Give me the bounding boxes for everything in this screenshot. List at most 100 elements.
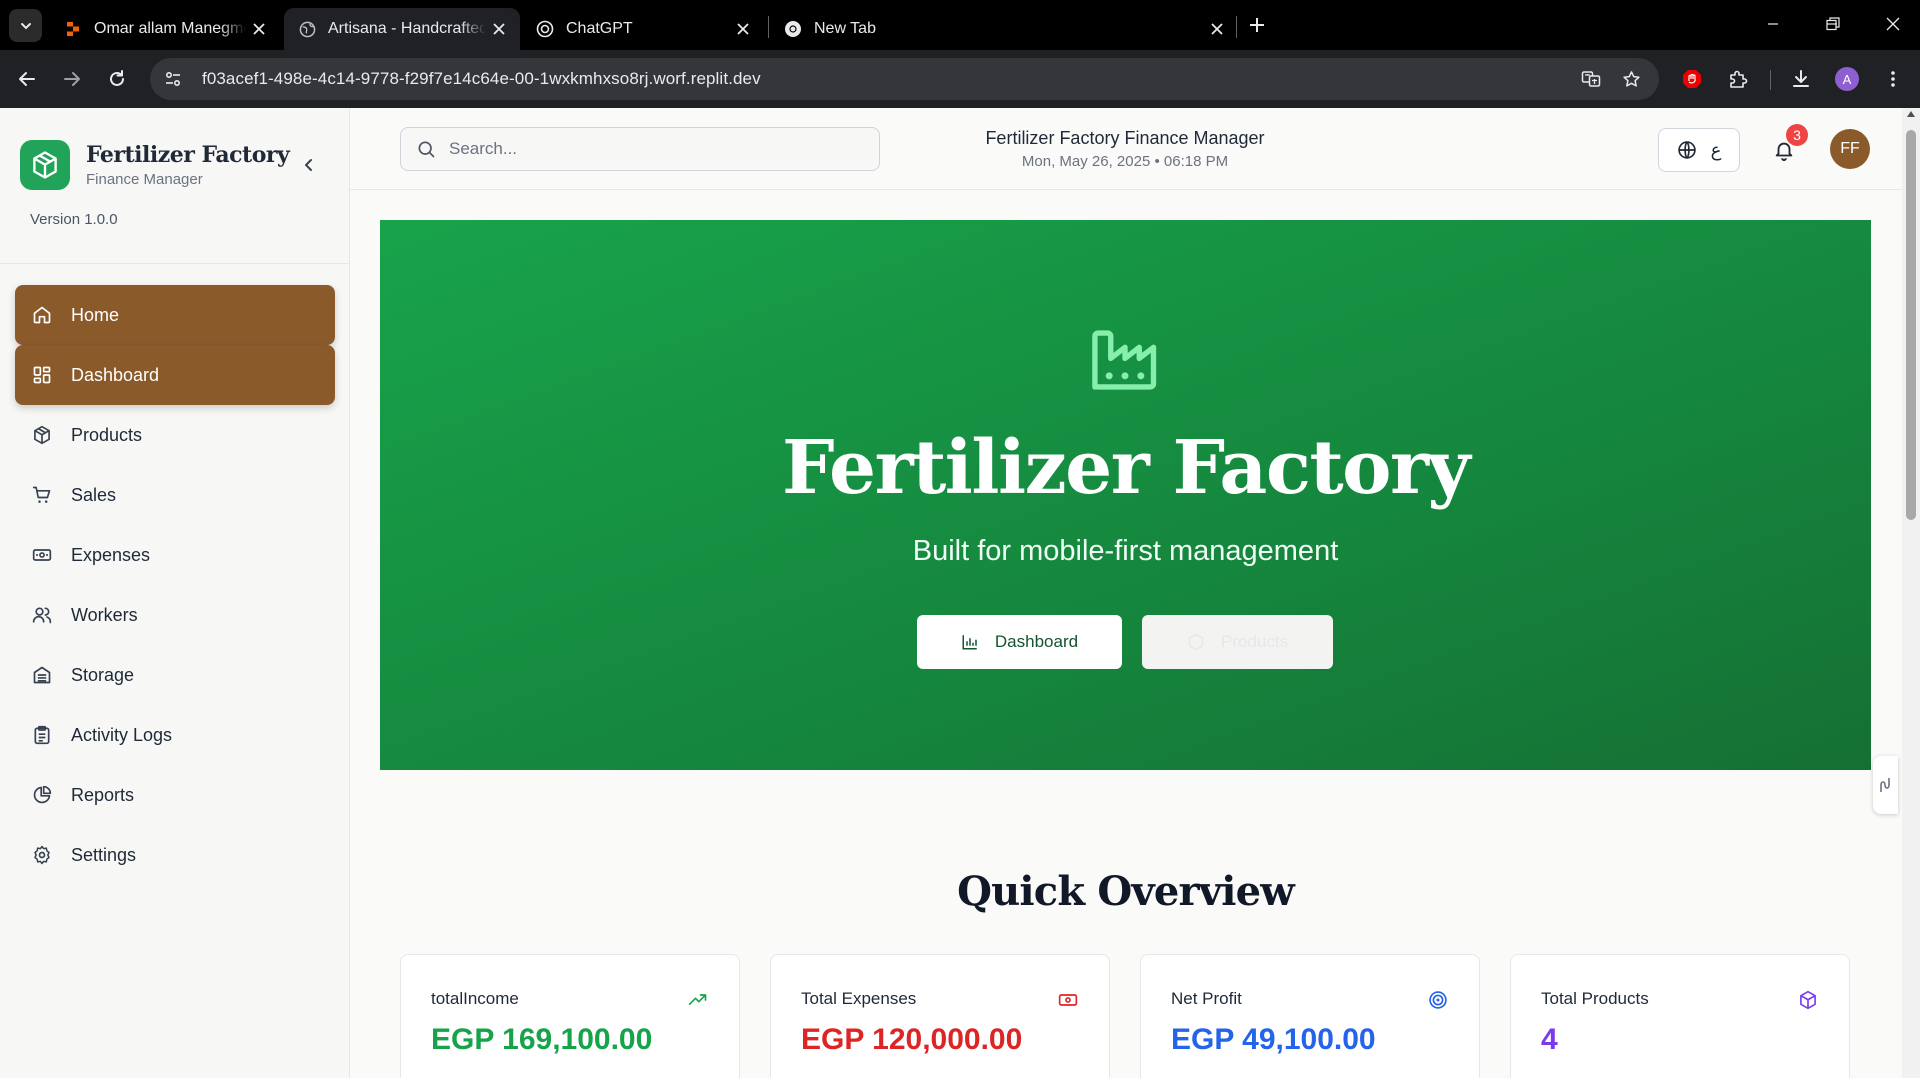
- sidebar-item-reports[interactable]: Reports: [15, 765, 335, 825]
- clipboard-icon: [31, 724, 53, 746]
- dashboard-button-label: Dashboard: [994, 632, 1079, 651]
- banknote-icon: [1057, 989, 1079, 1011]
- sidebar-item-products[interactable]: Products: [15, 405, 335, 465]
- stat-card-net-profit: Net Profit EGP 49,100.00: [1140, 954, 1480, 1078]
- search-icon: [415, 138, 437, 160]
- tab-title: ChatGPT: [566, 20, 730, 38]
- sidebar-item-label: Products: [71, 424, 143, 445]
- overview-title: Quick Overview: [957, 868, 1295, 915]
- tab-title: New Tab: [814, 20, 1204, 38]
- globe-icon: [1677, 140, 1697, 160]
- squiggle-icon: [1879, 778, 1890, 792]
- card-label: totalIncome: [431, 989, 519, 1008]
- users-icon: [31, 604, 53, 626]
- browser-tab-artisana[interactable]: Artisana - Handcrafted Products: [284, 8, 520, 50]
- sidebar-item-expenses[interactable]: Expenses: [15, 525, 335, 585]
- back-button[interactable]: [10, 62, 44, 96]
- sidebar-item-dashboard[interactable]: Dashboard: [15, 345, 335, 405]
- search-input[interactable]: [449, 139, 849, 159]
- sidebar-nav: Home Dashboard Products Sales Expenses W…: [15, 285, 335, 885]
- scroll-thumb[interactable]: [1906, 130, 1916, 520]
- sidebar-item-label: Home: [71, 304, 120, 325]
- restore-control[interactable]: [1809, 6, 1857, 42]
- bookmark-star-icon[interactable]: [1614, 62, 1648, 96]
- restore-icon: [1826, 17, 1840, 31]
- arrow-right-icon: [64, 72, 80, 86]
- feedback-side-tab[interactable]: [1873, 756, 1898, 814]
- factory-icon: [1085, 320, 1165, 400]
- site-info-icon[interactable]: [156, 62, 190, 96]
- sidebar-item-label: Sales: [71, 484, 117, 505]
- brand: Fertilizer Factory Finance Manager: [20, 140, 290, 190]
- app-root: Fertilizer Factory Finance Manager Versi…: [0, 108, 1902, 1078]
- sidebar-item-home[interactable]: Home: [15, 285, 335, 345]
- target-icon: [1427, 989, 1449, 1011]
- tab-separator: [1236, 16, 1237, 38]
- tab-title: Omar allam Manegment app - Replit: [94, 20, 246, 38]
- chrome-icon: [784, 20, 802, 38]
- collapse-sidebar-button[interactable]: [296, 152, 322, 178]
- sidebar-item-sales[interactable]: Sales: [15, 465, 335, 525]
- tab-title: Artisana - Handcrafted Products: [328, 20, 486, 38]
- extensions-puzzle-icon[interactable]: [1721, 62, 1755, 96]
- gear-icon: [31, 844, 53, 866]
- search-box[interactable]: [400, 127, 880, 171]
- page-scrollbar[interactable]: [1902, 108, 1920, 1078]
- hero-banner: Fertilizer Factory Built for mobile-firs…: [380, 220, 1871, 770]
- sidebar-item-settings[interactable]: Settings: [15, 825, 335, 885]
- address-bar[interactable]: f03acef1-498e-4c14-9778-f29f7e14c64e-00-…: [150, 58, 1659, 100]
- chevron-down-icon: [20, 22, 31, 29]
- scroll-up-arrow-icon[interactable]: [1907, 111, 1915, 117]
- reload-button[interactable]: [100, 62, 134, 96]
- language-toggle-button[interactable]: ع: [1658, 128, 1740, 172]
- page-title: Fertilizer Factory Finance Manager: [985, 128, 1265, 148]
- browser-tab-strip: Omar allam Manegment app - Replit Artisa…: [0, 0, 1920, 50]
- browser-tab-replit[interactable]: Omar allam Manegment app - Replit: [50, 8, 280, 50]
- replit-icon: [64, 20, 82, 38]
- browser-tab-chatgpt[interactable]: ChatGPT: [522, 8, 764, 50]
- user-avatar[interactable]: FF: [1830, 129, 1870, 169]
- close-icon[interactable]: [246, 16, 272, 42]
- products-button[interactable]: Products: [1142, 615, 1333, 669]
- close-icon[interactable]: [486, 16, 512, 42]
- stat-card-income: totalIncome EGP 169,100.00: [400, 954, 740, 1078]
- download-icon[interactable]: [1784, 62, 1818, 96]
- profile-avatar[interactable]: A: [1835, 67, 1859, 91]
- close-icon[interactable]: [1204, 16, 1230, 42]
- window-close-button[interactable]: [1869, 6, 1917, 42]
- browser-tab-newtab[interactable]: New Tab: [770, 8, 1238, 50]
- storage-icon: [31, 664, 53, 686]
- url-text[interactable]: f03acef1-498e-4c14-9778-f29f7e14c64e-00-…: [202, 69, 761, 89]
- sidebar-item-activity-logs[interactable]: Activity Logs: [15, 705, 335, 765]
- minimize-icon: [1768, 23, 1778, 25]
- close-icon[interactable]: [730, 16, 756, 42]
- pie-chart-icon: [31, 784, 53, 806]
- browser-menu-icon[interactable]: [1876, 62, 1910, 96]
- sidebar-item-workers[interactable]: Workers: [15, 585, 335, 645]
- translate-icon[interactable]: [1574, 62, 1608, 96]
- sidebar-item-label: Storage: [71, 664, 135, 685]
- box-icon: [1187, 633, 1205, 651]
- dashboard-icon: [31, 364, 53, 386]
- dashboard-button[interactable]: Dashboard: [917, 615, 1122, 669]
- sidebar-item-label: Workers: [71, 604, 138, 625]
- new-tab-button[interactable]: [1242, 10, 1272, 40]
- card-value: EGP 120,000.00: [801, 1023, 1023, 1056]
- hero-title: Fertilizer Factory: [782, 425, 1470, 511]
- sidebar-item-label: Reports: [71, 784, 135, 805]
- products-button-label: Products: [1220, 632, 1289, 651]
- trending-up-icon: [687, 989, 709, 1011]
- brand-subtitle: Finance Manager: [86, 171, 203, 188]
- brand-name: Fertilizer Factory: [86, 142, 290, 168]
- window-minimize-button[interactable]: [1749, 6, 1797, 42]
- box-icon: [1797, 989, 1819, 1011]
- card-value: EGP 169,100.00: [431, 1023, 653, 1056]
- box-icon: [31, 424, 53, 446]
- package-logo-icon: [20, 140, 70, 190]
- forward-button[interactable]: [55, 62, 89, 96]
- card-label: Total Products: [1541, 989, 1649, 1008]
- adblock-extension-icon[interactable]: [1675, 62, 1709, 96]
- sidebar-item-storage[interactable]: Storage: [15, 645, 335, 705]
- card-value: 4: [1541, 1023, 1558, 1056]
- tab-search-button[interactable]: [9, 9, 42, 42]
